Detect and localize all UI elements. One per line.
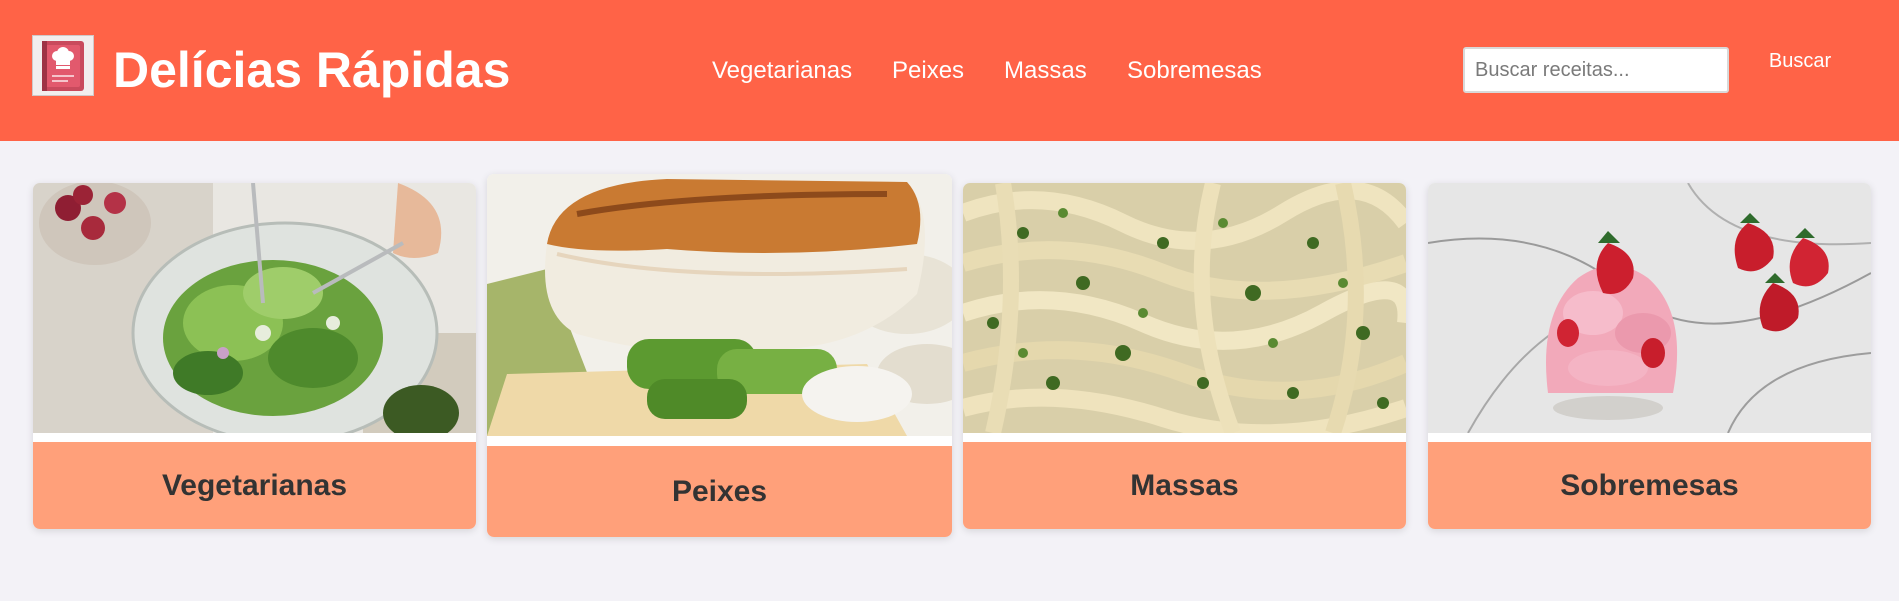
salad-photo [33, 183, 476, 433]
pesto-pasta-photo [963, 183, 1406, 433]
recipe-book-icon[interactable] [32, 35, 94, 96]
category-card-peixes[interactable]: Peixes [487, 174, 952, 537]
nav-link-peixes[interactable]: Peixes [892, 56, 964, 86]
search-button[interactable]: Buscar [1745, 44, 1855, 78]
category-label: Massas [963, 442, 1406, 529]
category-label: Peixes [487, 446, 952, 537]
category-label: Sobremesas [1428, 442, 1871, 529]
category-card-vegetarianas[interactable]: Vegetarianas [33, 183, 476, 529]
nav-link-sobremesas[interactable]: Sobremesas [1127, 56, 1262, 86]
grilled-fish-photo [487, 174, 952, 436]
category-card-sobremesas[interactable]: Sobremesas [1428, 183, 1871, 529]
category-label: Vegetarianas [33, 442, 476, 529]
site-header: Delícias Rápidas Vegetarianas Peixes Mas… [0, 0, 1899, 141]
category-card-massas[interactable]: Massas [963, 183, 1406, 529]
search-input[interactable] [1463, 47, 1729, 93]
strawberry-dessert-photo [1428, 183, 1871, 433]
brand-title[interactable]: Delícias Rápidas [113, 40, 510, 100]
nav-link-vegetarianas[interactable]: Vegetarianas [712, 56, 852, 86]
nav-link-massas[interactable]: Massas [1004, 56, 1087, 86]
